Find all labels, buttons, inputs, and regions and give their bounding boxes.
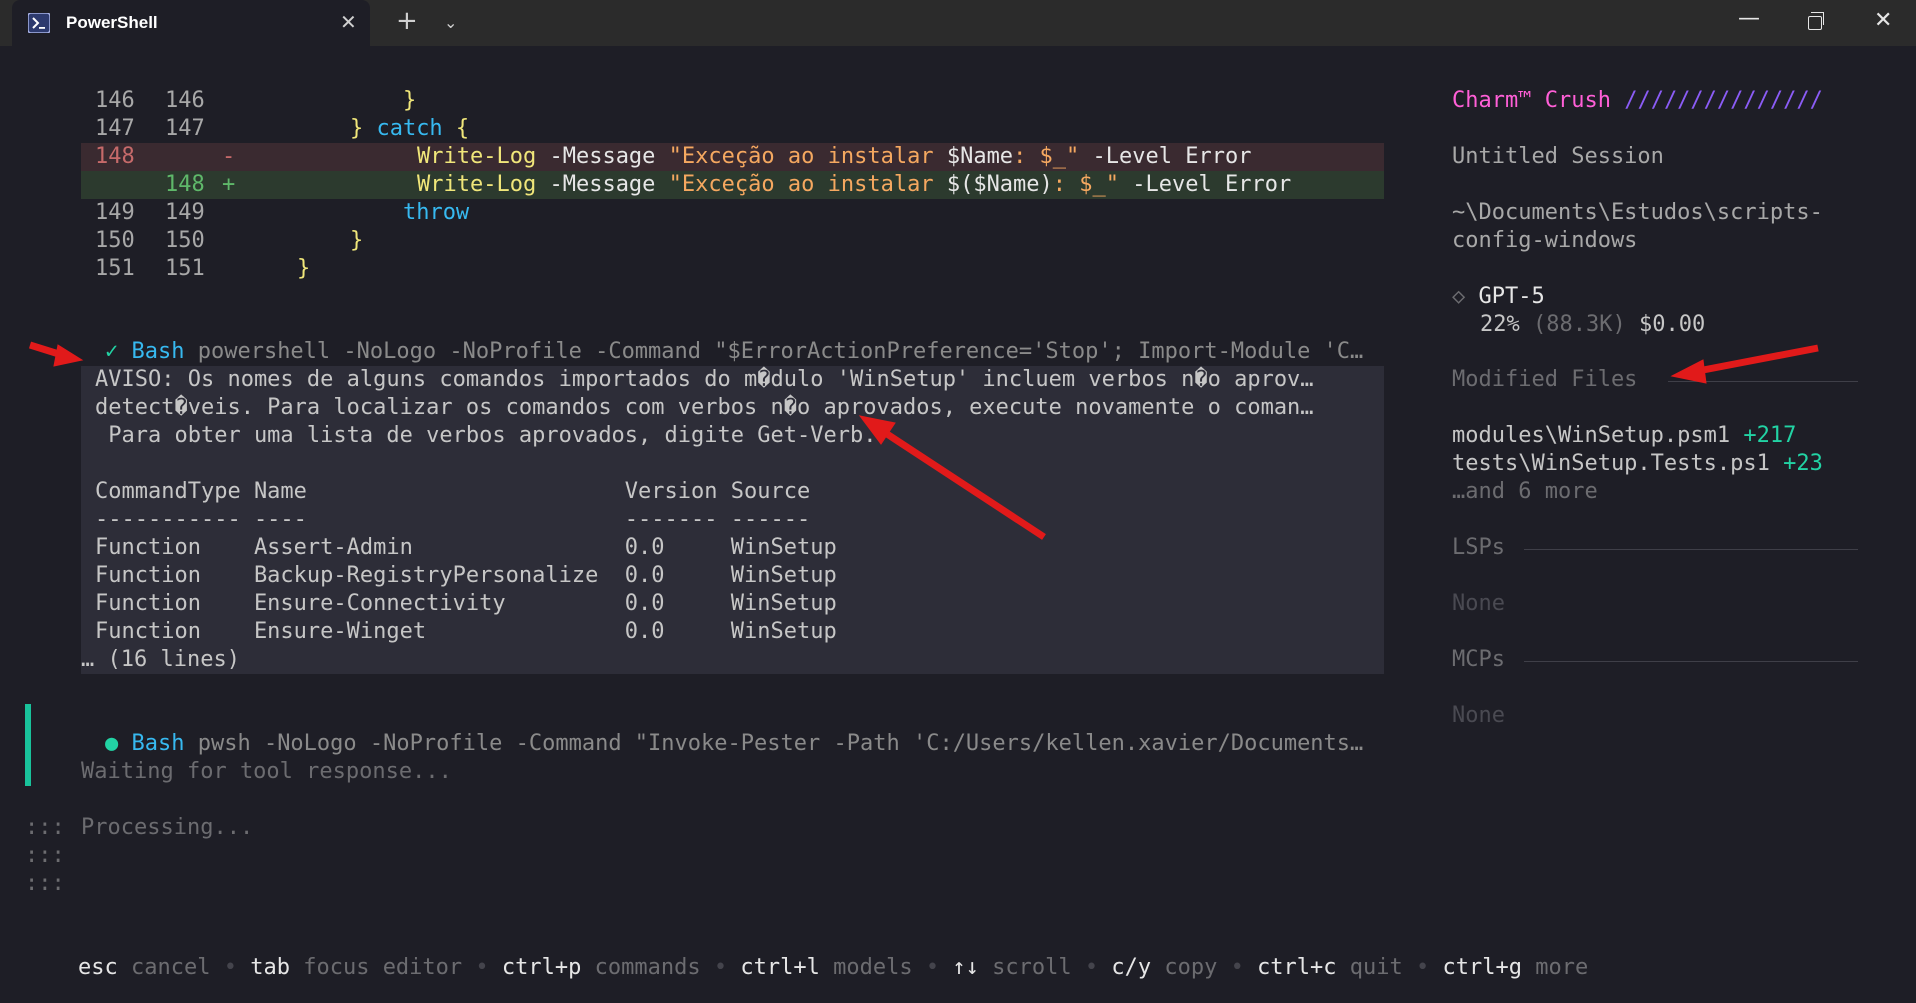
annotation-arrows (28, 341, 1819, 540)
annotation-arrow-center (858, 415, 1046, 540)
terminal-window: PowerShell ✕ + ⌄ — ✕ 146 146 } 147 147 }… (0, 0, 1916, 1003)
annotation-arrow-left (28, 341, 84, 367)
annotation-arrow-right (1670, 344, 1819, 384)
